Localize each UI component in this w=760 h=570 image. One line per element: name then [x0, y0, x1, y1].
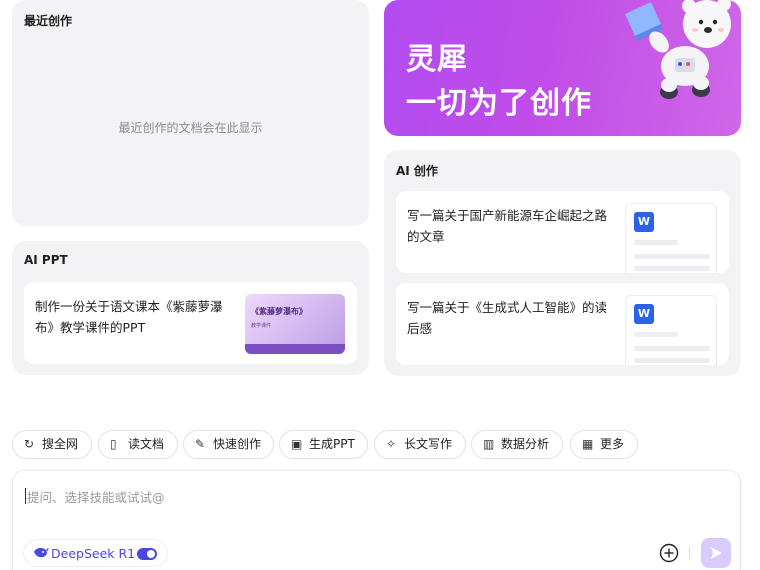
grid-more-icon: ▦ [582, 437, 594, 451]
astronaut-bear-mascot-icon [625, 0, 731, 99]
chip-search-web[interactable]: ↻ 搜全网 [12, 430, 92, 459]
ppt-icon: ▣ [291, 437, 303, 451]
banner-headline-2: 一切为了创作 [406, 86, 592, 121]
recent-creations-title: 最近创作 [24, 14, 73, 28]
chip-label: 数据分析 [501, 437, 550, 451]
data-chart-icon: ▥ [483, 437, 495, 451]
chip-data-analysis[interactable]: ▥ 数据分析 [471, 430, 563, 459]
chip-label: 搜全网 [42, 437, 79, 451]
ai-create-suggestion-card[interactable]: 写一篇关于国产新能源车企崛起之路的文章 W [396, 191, 729, 273]
ai-ppt-suggestion-text: 制作一份关于语文课本《紫藤萝瀑布》教学课件的PPT [35, 299, 223, 335]
ai-ppt-panel: AI PPT 制作一份关于语文课本《紫藤萝瀑布》教学课件的PPT 《紫藤萝瀑布》… [12, 241, 369, 375]
model-selector[interactable]: DeepSeek R1 [23, 539, 168, 567]
ppt-thumbnail-subtitle: 教学课件 [251, 323, 272, 329]
chip-label: 生成PPT [309, 437, 355, 451]
ai-create-panel: AI 创作 写一篇关于国产新能源车企崛起之路的文章 W 写一篇关于《生成式人工智… [384, 150, 741, 376]
send-icon [711, 547, 722, 559]
model-name: DeepSeek R1 [51, 546, 136, 561]
ai-create-suggestion-card[interactable]: 写一篇关于《生成式人工智能》的读后感 W [396, 283, 729, 365]
ai-create-suggestion-text: 写一篇关于国产新能源车企崛起之路的文章 [407, 208, 608, 244]
chip-label: 读文档 [128, 437, 165, 451]
preview-line [634, 240, 678, 245]
chip-quick-create[interactable]: ✎ 快速创作 [183, 430, 274, 459]
book-icon: ▯ [110, 437, 117, 451]
word-doc-icon: W [634, 212, 654, 232]
ppt-thumbnail-footer [245, 344, 345, 354]
search-refresh-icon: ↻ [24, 437, 35, 451]
add-attachment-icon[interactable] [659, 543, 679, 563]
chat-composer: DeepSeek R1 [12, 470, 741, 570]
chip-more[interactable]: ▦ 更多 [570, 430, 638, 459]
ai-create-title: AI 创作 [396, 164, 438, 178]
recent-creations-panel: 最近创作 最近创作的文档会在此显示 [12, 0, 369, 226]
word-doc-icon: W [634, 304, 654, 324]
chip-read-doc[interactable]: ▯ 读文档 [98, 430, 178, 459]
chip-label: 更多 [600, 437, 625, 451]
word-doc-preview: W [625, 295, 717, 365]
toolbar-divider [689, 547, 690, 559]
chip-label: 快速创作 [213, 437, 262, 451]
pen-icon: ✎ [195, 437, 206, 451]
chip-long-writing[interactable]: ✧ 长文写作 [374, 430, 466, 459]
promo-banner[interactable]: 灵犀 一切为了创作 [384, 0, 741, 136]
preview-line [634, 346, 710, 351]
deep-think-toggle[interactable] [137, 548, 157, 560]
deepseek-whale-icon [34, 547, 49, 558]
preview-line [634, 332, 678, 337]
preview-line [634, 254, 710, 259]
ai-ppt-title: AI PPT [24, 253, 68, 267]
ai-ppt-suggestion-card[interactable]: 制作一份关于语文课本《紫藤萝瀑布》教学课件的PPT 《紫藤萝瀑布》 教学课件 [24, 282, 357, 364]
banner-headline-1: 灵犀 [406, 42, 468, 77]
prompt-input[interactable] [27, 488, 587, 506]
preview-line [634, 358, 710, 363]
preview-line [634, 266, 710, 271]
text-caret [25, 488, 26, 504]
word-doc-preview: W [625, 203, 717, 273]
ppt-thumbnail-title: 《紫藤萝瀑布》 [251, 307, 307, 316]
chip-generate-ppt[interactable]: ▣ 生成PPT [279, 430, 368, 459]
recent-empty-message: 最近创作的文档会在此显示 [118, 121, 263, 135]
ai-create-suggestion-text: 写一篇关于《生成式人工智能》的读后感 [407, 300, 608, 336]
ppt-thumbnail: 《紫藤萝瀑布》 教学课件 [245, 294, 345, 354]
send-button[interactable] [701, 538, 731, 568]
chip-label: 长文写作 [404, 437, 453, 451]
sparkle-icon: ✧ [386, 437, 397, 451]
